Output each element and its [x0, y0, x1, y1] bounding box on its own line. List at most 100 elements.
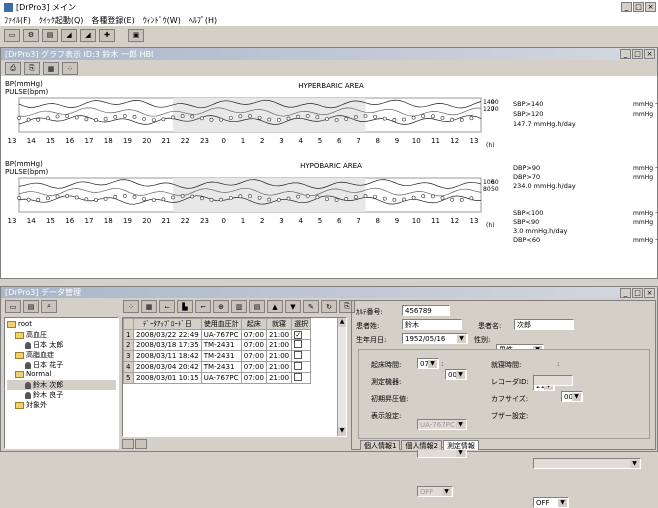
- data-minimize-button[interactable]: _: [620, 287, 631, 298]
- recorder-id-field[interactable]: [533, 375, 573, 386]
- binoculars-icon[interactable]: ⌕: [41, 300, 57, 313]
- buzzer-setting-select[interactable]: OFF: [533, 497, 569, 508]
- x-tick-label: 4: [299, 217, 304, 225]
- data-maximize-button[interactable]: □: [632, 287, 643, 298]
- toolbar-button-1[interactable]: ▭: [4, 28, 20, 42]
- graph-minimize-button[interactable]: _: [620, 49, 631, 59]
- select-checkbox[interactable]: ✓: [294, 330, 303, 339]
- legend-label: 234.0 mmHg.h/day: [513, 182, 576, 190]
- histogram-icon[interactable]: ▥: [231, 300, 247, 313]
- cell-sel[interactable]: ✓: [291, 329, 312, 340]
- menu-quick[interactable]: ｸｲｯｸ起動(Q): [39, 15, 84, 26]
- toolbar-button-4[interactable]: ◢: [61, 28, 77, 42]
- cell-sel[interactable]: [291, 350, 312, 362]
- graph-close-button[interactable]: ×: [644, 49, 655, 59]
- edit-icon[interactable]: ✎: [303, 300, 319, 313]
- data-titlebar: [DrPro3] データ管理 _ □ ×: [1, 287, 657, 298]
- cell-sel[interactable]: [291, 372, 312, 384]
- refresh-icon[interactable]: ↻: [321, 300, 337, 313]
- toolbar-button-2[interactable]: ⚙: [23, 28, 39, 42]
- print-preview-icon[interactable]: ⎘: [24, 62, 40, 75]
- tree-group-normal[interactable]: Normal: [7, 370, 116, 380]
- col-device[interactable]: 使用血圧計: [200, 318, 242, 330]
- x-tick-label: 17: [85, 217, 94, 225]
- table-row[interactable]: 5 2008/03/01 10:15 UA-767PC 07:00 21:00: [123, 372, 312, 384]
- line-chart-icon[interactable]: ⌙: [159, 300, 175, 313]
- tree-group-excluded[interactable]: 対象外: [7, 400, 116, 410]
- data-close-button[interactable]: ×: [644, 287, 655, 298]
- scroll-up-icon[interactable]: ▲: [338, 318, 346, 327]
- select-checkbox[interactable]: [294, 373, 303, 381]
- display-setting-select[interactable]: OFF: [417, 486, 453, 497]
- folder-open-icon[interactable]: ▤: [23, 300, 39, 313]
- sleep-minute-select[interactable]: 00: [561, 391, 583, 402]
- select-checkbox[interactable]: [294, 351, 303, 359]
- sort-up-icon[interactable]: ▲: [267, 300, 283, 313]
- close-button[interactable]: ×: [645, 2, 656, 12]
- x-tick-label: 19: [123, 137, 132, 145]
- wake-hour-select[interactable]: 07: [417, 358, 439, 369]
- table-row[interactable]: 2 2008/03/18 17:35 TM-2431 07:00 21:00: [123, 339, 312, 351]
- sleep-shade: [173, 98, 366, 132]
- tree-group-hypertension[interactable]: 高血圧: [7, 330, 116, 340]
- toolbar-button-6[interactable]: ✚: [99, 28, 115, 42]
- menu-file[interactable]: ﾌｧｲﾙ(F): [4, 15, 31, 26]
- col-wake[interactable]: 起床: [240, 318, 267, 330]
- toolbar-button-3[interactable]: ▤: [42, 28, 58, 42]
- table-scrollbar[interactable]: ▲ ▼: [337, 318, 346, 436]
- step-chart-icon[interactable]: ⌐: [195, 300, 211, 313]
- wake-minute-select[interactable]: 00: [445, 369, 467, 380]
- toolbar-button-7[interactable]: ▣: [128, 28, 144, 42]
- tree-group-hyperlipidemia[interactable]: 高脂血症: [7, 350, 116, 360]
- table-tab-1[interactable]: [122, 439, 134, 449]
- chart-no-field[interactable]: 456789: [402, 305, 450, 316]
- bar-chart-icon[interactable]: ▙: [177, 300, 193, 313]
- folder-add-icon[interactable]: ▭: [5, 300, 21, 313]
- device-select[interactable]: UA-767PC: [417, 419, 467, 430]
- x-tick-label: 11: [431, 217, 440, 225]
- scatter-view-icon[interactable]: ⁘: [123, 300, 139, 313]
- menu-help[interactable]: ﾍﾙﾌﾟ(H): [189, 15, 217, 26]
- print-icon[interactable]: ⎙: [5, 62, 21, 75]
- surname-field[interactable]: 鈴木: [402, 319, 462, 330]
- tree-root[interactable]: root: [7, 320, 116, 330]
- table-row[interactable]: 1 2008/03/22 22:49 UA-767PC 07:00 21:00 ✓: [123, 329, 312, 340]
- menu-register[interactable]: 各種登録(E): [91, 15, 134, 26]
- col-sleep[interactable]: 就寝: [265, 318, 293, 330]
- tree-patient-selected[interactable]: 鈴木 次郎: [7, 380, 116, 390]
- dob-field[interactable]: 1952/05/16: [402, 333, 468, 344]
- scatter-icon[interactable]: ⁘: [62, 62, 78, 75]
- sort-down-icon[interactable]: ▼: [285, 300, 301, 313]
- graph-maximize-button[interactable]: □: [632, 49, 643, 59]
- table-icon[interactable]: ▦: [43, 62, 59, 75]
- table-row[interactable]: 4 2008/03/04 20:42 TM-2431 07:00 21:00: [123, 361, 312, 373]
- cell-sel[interactable]: [291, 361, 312, 373]
- col-select[interactable]: 選択: [291, 318, 312, 330]
- cuff-size-select[interactable]: [533, 458, 641, 469]
- maximize-button[interactable]: □: [633, 2, 644, 12]
- select-checkbox[interactable]: [294, 362, 303, 370]
- settings-icon[interactable]: ⊕: [213, 300, 229, 313]
- table-view-icon[interactable]: ▦: [141, 300, 157, 313]
- x-tick-label: 4: [299, 137, 304, 145]
- given-name-field[interactable]: 次郎: [514, 319, 574, 330]
- tree-patient[interactable]: 鈴木 良子: [7, 390, 116, 400]
- tab-measurement[interactable]: 測定情報: [442, 440, 479, 450]
- tab-personal-2[interactable]: 個人情報2: [401, 440, 442, 450]
- minimize-button[interactable]: _: [621, 2, 632, 12]
- tree-patient[interactable]: 日本 太郎: [7, 340, 116, 350]
- pulse-point: [325, 117, 329, 122]
- table-row[interactable]: 3 2008/03/11 18:42 TM-2431 07:00 21:00: [123, 350, 312, 362]
- menu-window[interactable]: ｳｨﾝﾄﾞｳ(W): [143, 15, 181, 26]
- tab-personal-1[interactable]: 個人情報1: [360, 440, 401, 450]
- cell-sleep: 21:00: [265, 339, 293, 351]
- col-date[interactable]: ﾃﾞｰﾀｱｯﾌﾟﾛｰﾄﾞ日: [133, 318, 202, 330]
- table-tab-2[interactable]: [135, 439, 147, 449]
- select-checkbox[interactable]: [294, 340, 303, 348]
- scroll-down-icon[interactable]: ▼: [338, 427, 346, 436]
- tree-patient[interactable]: 日本 花子: [7, 360, 116, 370]
- cell-sel[interactable]: [291, 339, 312, 351]
- compare-icon[interactable]: ▤: [249, 300, 265, 313]
- pulse-point: [276, 198, 281, 202]
- toolbar-button-5[interactable]: ◢: [80, 28, 96, 42]
